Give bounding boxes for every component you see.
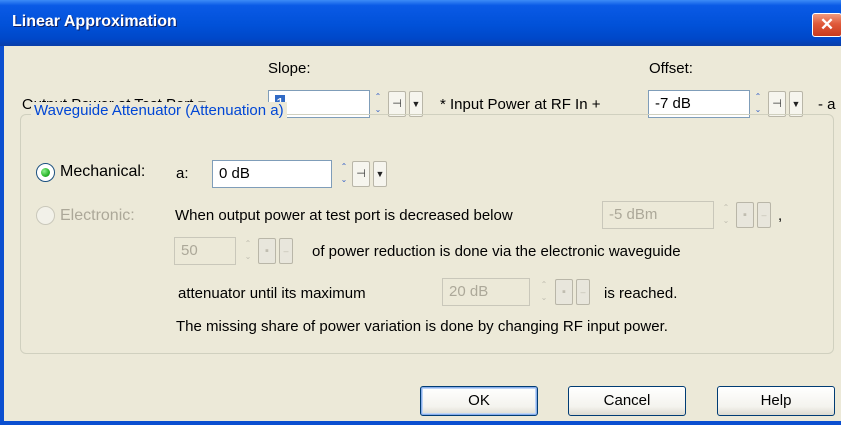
dropdown-icon: –: [283, 246, 289, 256]
percent-input[interactable]: 50: [174, 237, 236, 265]
chevron-down-icon: ▼: [411, 99, 421, 109]
electronic-text-5: The missing share of power variation is …: [176, 318, 668, 335]
electronic-text-4: is reached.: [604, 285, 678, 302]
cancel-button[interactable]: Cancel: [568, 386, 686, 416]
offset-value: -7 dB: [655, 95, 691, 112]
step-icon: ▪: [265, 245, 269, 257]
percent-value: 50: [181, 242, 198, 259]
percent-dropdown-button[interactable]: –: [279, 238, 293, 264]
slope-label: Slope:: [268, 60, 311, 77]
mechanical-radio[interactable]: [36, 163, 55, 182]
title-bar: Linear Approximation ✕: [0, 0, 841, 46]
attenuation-a-dropdown-button[interactable]: ▼: [373, 161, 387, 187]
percent-step-button[interactable]: ▪: [258, 238, 276, 264]
step-icon: ⊣: [356, 168, 366, 180]
electronic-label[interactable]: Electronic:: [60, 207, 135, 225]
spin-down-icon[interactable]: ⌄: [243, 251, 253, 263]
threshold-dropdown-button[interactable]: –: [757, 202, 771, 228]
spin-down-icon[interactable]: ⌄: [539, 292, 549, 304]
ok-button[interactable]: OK: [420, 386, 538, 416]
close-icon: ✕: [819, 15, 835, 34]
spin-up-icon[interactable]: ⌃: [539, 279, 549, 291]
spin-up-icon[interactable]: ⌃: [721, 202, 731, 214]
threshold-value: -5 dBm: [609, 206, 658, 223]
electronic-text-1: When output power at test port is decrea…: [175, 207, 513, 224]
mechanical-label[interactable]: Mechanical:: [60, 163, 145, 181]
chevron-down-icon: ▼: [791, 99, 801, 109]
threshold-spinner[interactable]: ⌃ ⌄: [720, 201, 732, 229]
close-button[interactable]: ✕: [812, 13, 841, 37]
step-icon: ⊣: [772, 98, 782, 110]
help-button[interactable]: Help: [717, 386, 835, 416]
comma-text: ,: [778, 207, 783, 224]
step-icon: ⊣: [392, 98, 402, 110]
max-attenuation-value: 20 dB: [449, 283, 489, 300]
window-title: Linear Approximation: [12, 13, 177, 30]
spin-up-icon[interactable]: ⌃: [373, 91, 383, 103]
window-frame-bottom: [0, 421, 841, 425]
step-icon: ▪: [562, 286, 566, 298]
attenuation-a-spinner[interactable]: ⌃ ⌄: [338, 160, 350, 188]
group-title: Waveguide Attenuator (Attenuation a): [31, 102, 287, 119]
spin-up-icon[interactable]: ⌃: [339, 161, 349, 173]
input-power-label: * Input Power at RF In +: [440, 96, 601, 113]
spin-up-icon[interactable]: ⌃: [753, 91, 763, 103]
threshold-step-button[interactable]: ▪: [736, 202, 754, 228]
offset-label: Offset:: [649, 60, 693, 77]
step-icon: ▪: [743, 209, 747, 221]
dropdown-icon: –: [580, 287, 586, 297]
window-frame-left: [0, 46, 4, 425]
dropdown-icon: –: [761, 210, 767, 220]
spin-down-icon[interactable]: ⌄: [339, 174, 349, 186]
threshold-input[interactable]: -5 dBm: [602, 201, 714, 229]
electronic-text-3: attenuator until its maximum: [178, 285, 366, 302]
attenuation-a-input[interactable]: 0 dB: [212, 160, 332, 188]
electronic-text-2: of power reduction is done via the elect…: [312, 243, 681, 260]
attenuation-a-value: 0 dB: [219, 165, 250, 182]
trailing-minus-a: - a: [818, 96, 836, 113]
radio-selected-dot: [41, 168, 50, 177]
percent-spinner[interactable]: ⌃ ⌄: [242, 237, 254, 265]
attenuation-a-step-button[interactable]: ⊣: [352, 161, 370, 187]
max-attenuation-input[interactable]: 20 dB: [442, 278, 530, 306]
spin-down-icon[interactable]: ⌄: [721, 215, 731, 227]
a-label: a:: [176, 165, 189, 182]
spin-up-icon[interactable]: ⌃: [243, 238, 253, 250]
max-attenuation-dropdown-button[interactable]: –: [576, 279, 590, 305]
max-attenuation-spinner[interactable]: ⌃ ⌄: [538, 278, 550, 306]
electronic-radio[interactable]: [36, 206, 55, 225]
chevron-down-icon: ▼: [375, 169, 385, 179]
max-attenuation-step-button[interactable]: ▪: [555, 279, 573, 305]
